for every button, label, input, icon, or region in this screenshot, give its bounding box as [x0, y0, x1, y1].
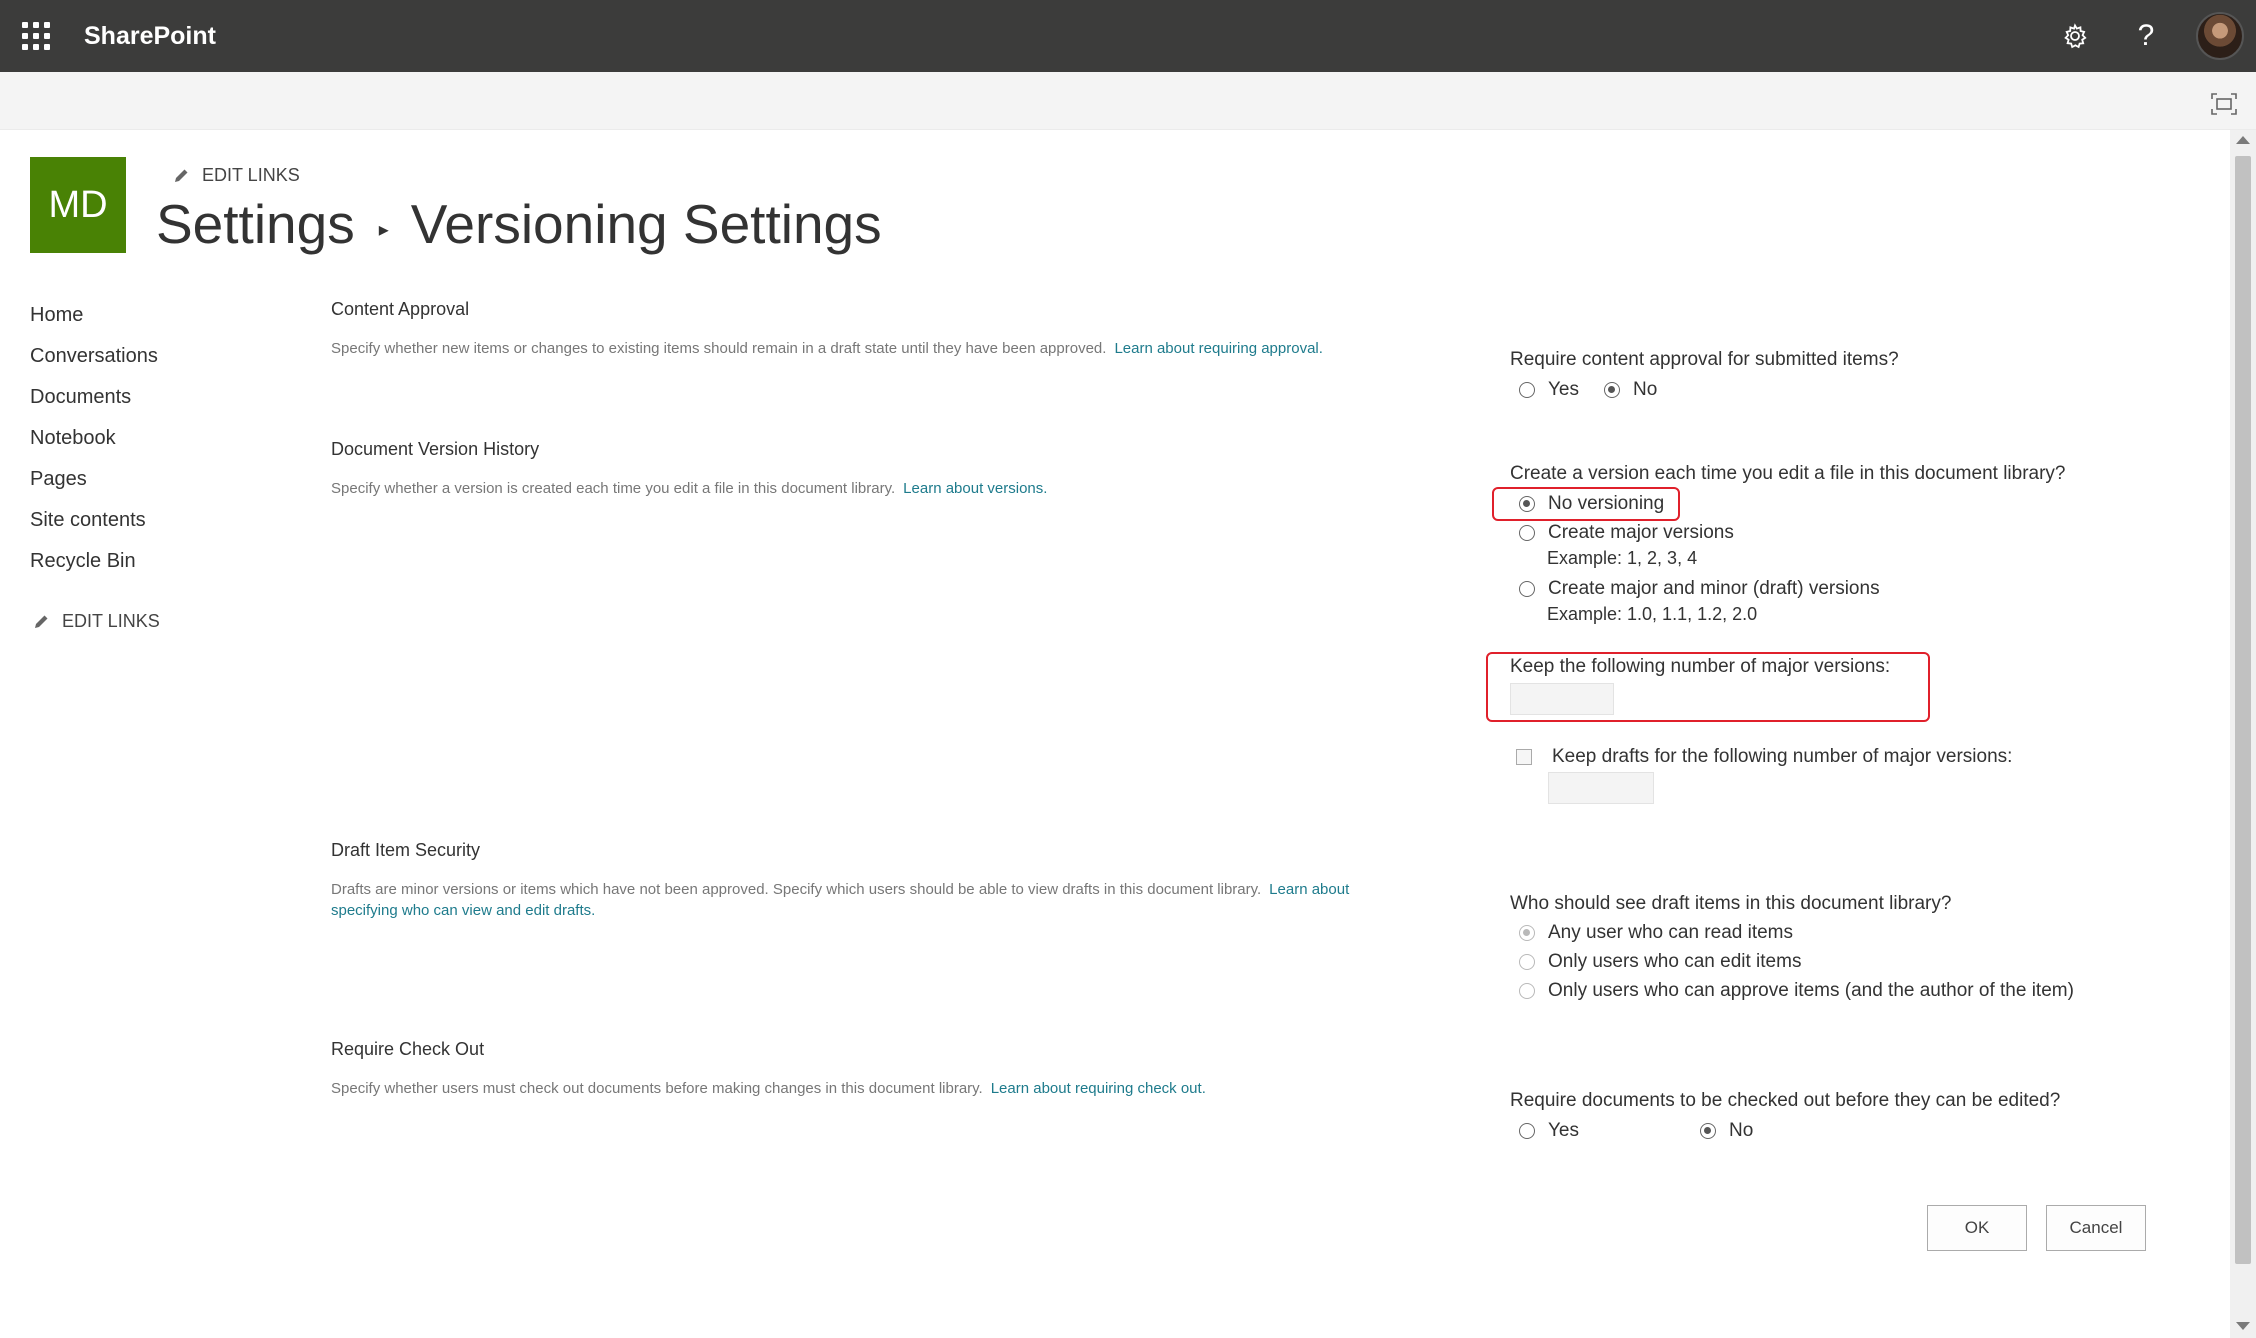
learn-approval-link[interactable]: Learn about requiring approval. — [1114, 340, 1322, 357]
approval-question: Require content approval for submitted i… — [1510, 349, 1899, 370]
radio-button[interactable] — [1519, 496, 1535, 512]
keep-drafts-input[interactable] — [1548, 772, 1654, 804]
radio-label: Yes — [1548, 1120, 1579, 1141]
checkbox-label: Keep drafts for the following number of … — [1552, 746, 2013, 767]
major-minor-versions-example: Example: 1.0, 1.1, 1.2, 2.0 — [1547, 604, 1758, 624]
radio-label: Yes — [1548, 379, 1579, 400]
scroll-up-arrow-icon[interactable] — [2236, 136, 2250, 144]
edit-links-label: EDIT LINKS — [202, 165, 300, 185]
section-content-approval: Content Approval Specify whether new ite… — [331, 299, 1411, 359]
versioning-question: Create a version each time you edit a fi… — [1510, 463, 2066, 484]
no-versioning-radio[interactable]: No versioning — [1519, 493, 1664, 515]
command-bar — [0, 72, 2256, 130]
edit-links-top[interactable]: EDIT LINKS — [172, 165, 300, 186]
section-heading: Draft Item Security — [331, 840, 481, 860]
section-version-history: Document Version History Specify whether… — [331, 439, 1411, 499]
section-description: Specify whether a version is created eac… — [331, 480, 1048, 497]
app-launcher-icon[interactable] — [22, 22, 50, 50]
radio-button[interactable] — [1519, 525, 1535, 541]
help-icon[interactable]: ? — [2124, 14, 2168, 58]
major-minor-versions-radio[interactable]: Create major and minor (draft) versions — [1519, 578, 1880, 600]
major-versions-example: Example: 1, 2, 3, 4 — [1547, 548, 1698, 568]
approval-yes-radio[interactable]: Yes — [1519, 379, 1579, 401]
draft-approvers-radio[interactable]: Only users who can approve items (and th… — [1519, 980, 2074, 1002]
radio-label: No — [1633, 379, 1658, 400]
checkout-yes-radio[interactable]: Yes — [1519, 1120, 1579, 1142]
app-name[interactable]: SharePoint — [84, 22, 216, 51]
gear-icon[interactable] — [2053, 14, 2097, 58]
section-heading: Content Approval — [331, 299, 470, 319]
avatar[interactable] — [2196, 12, 2244, 60]
radio-button[interactable] — [1519, 954, 1535, 970]
radio-label: No versioning — [1548, 493, 1665, 514]
section-check-out: Require Check Out Specify whether users … — [331, 1039, 1411, 1099]
radio-label: Create major and minor (draft) versions — [1548, 578, 1880, 599]
radio-label: Any user who can read items — [1548, 922, 1794, 943]
keep-drafts-checkbox-row[interactable]: Keep drafts for the following number of … — [1516, 746, 2012, 768]
keep-drafts-checkbox[interactable] — [1516, 749, 1532, 765]
left-navigation: Home Conversations Documents Notebook Pa… — [30, 300, 158, 587]
section-heading: Require Check Out — [331, 1039, 485, 1059]
suite-bar: SharePoint ? — [0, 0, 2256, 72]
ok-button[interactable]: OK — [1927, 1205, 2027, 1251]
radio-label: No — [1729, 1120, 1754, 1141]
draft-any-reader-radio[interactable]: Any user who can read items — [1519, 922, 1793, 944]
checkout-no-radio[interactable]: No — [1700, 1120, 1753, 1142]
major-versions-radio[interactable]: Create major versions — [1519, 522, 1734, 544]
approval-no-radio[interactable]: No — [1604, 379, 1657, 401]
scroll-down-arrow-icon[interactable] — [2236, 1322, 2250, 1330]
radio-label: Only users who can approve items (and th… — [1548, 980, 2074, 1001]
breadcrumb-settings[interactable]: Settings — [156, 192, 355, 256]
page-title: Settings ▸ Versioning Settings — [156, 192, 882, 256]
breadcrumb-separator-icon: ▸ — [378, 218, 389, 241]
radio-label: Create major versions — [1548, 522, 1734, 543]
nav-item-notebook[interactable]: Notebook — [30, 423, 158, 464]
pencil-icon — [175, 169, 188, 182]
nav-item-home[interactable]: Home — [30, 300, 158, 341]
nav-item-pages[interactable]: Pages — [30, 464, 158, 505]
radio-label: Only users who can edit items — [1548, 951, 1802, 972]
keep-major-versions-label: Keep the following number of major versi… — [1510, 656, 1891, 677]
scrollbar-thumb[interactable] — [2235, 156, 2251, 1264]
section-description: Drafts are minor versions or items which… — [331, 881, 1350, 919]
section-description: Specify whether new items or changes to … — [331, 340, 1323, 357]
section-heading: Document Version History — [331, 439, 540, 459]
nav-item-site-contents[interactable]: Site contents — [30, 505, 158, 546]
nav-item-recycle-bin[interactable]: Recycle Bin — [30, 546, 158, 587]
edit-links-nav[interactable]: EDIT LINKS — [32, 611, 160, 632]
radio-button[interactable] — [1519, 382, 1535, 398]
keep-major-versions-input[interactable] — [1510, 683, 1614, 715]
learn-versions-link[interactable]: Learn about versions. — [903, 480, 1047, 497]
radio-button[interactable] — [1604, 382, 1620, 398]
breadcrumb-current: Versioning Settings — [410, 193, 882, 255]
cancel-button[interactable]: Cancel — [2046, 1205, 2146, 1251]
edit-links-label: EDIT LINKS — [62, 611, 160, 631]
nav-item-documents[interactable]: Documents — [30, 382, 158, 423]
radio-button[interactable] — [1700, 1123, 1716, 1139]
section-description: Specify whether users must check out doc… — [331, 1080, 1206, 1097]
pencil-icon — [35, 615, 48, 628]
radio-button[interactable] — [1519, 581, 1535, 597]
nav-item-conversations[interactable]: Conversations — [30, 341, 158, 382]
radio-button[interactable] — [1519, 1123, 1535, 1139]
section-draft-security: Draft Item Security Drafts are minor ver… — [331, 840, 1411, 921]
site-logo[interactable]: MD — [30, 157, 126, 253]
radio-button[interactable] — [1519, 925, 1535, 941]
radio-button[interactable] — [1519, 983, 1535, 999]
draft-editors-radio[interactable]: Only users who can edit items — [1519, 951, 1801, 973]
learn-checkout-link[interactable]: Learn about requiring check out. — [991, 1080, 1206, 1097]
checkout-question: Require documents to be checked out befo… — [1510, 1090, 2061, 1111]
draft-visibility-question: Who should see draft items in this docum… — [1510, 893, 1952, 914]
focus-mode-icon[interactable] — [2210, 92, 2238, 116]
